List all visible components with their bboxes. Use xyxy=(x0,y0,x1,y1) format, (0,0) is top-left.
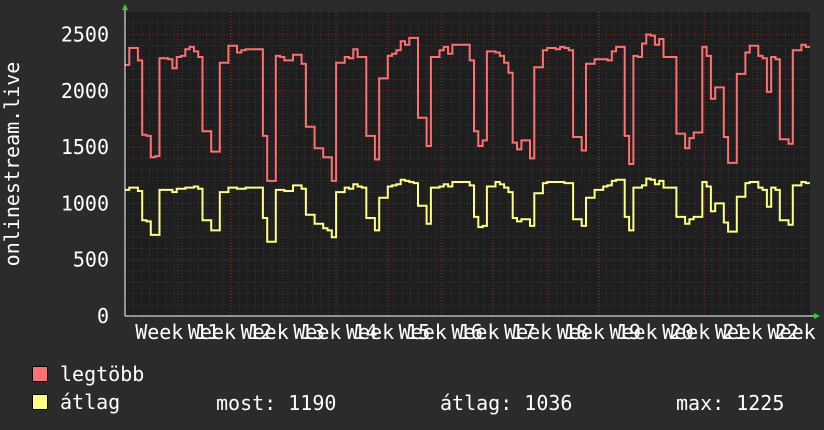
y-axis-label: onlinestream.live xyxy=(0,62,24,267)
y-axis-arrow xyxy=(122,4,128,10)
chart-panel: 0 500 1000 1500 2000 2500 Week 11 Week 12 Week 1… xyxy=(0,0,824,430)
legend-item-atlag: átlag xyxy=(32,390,121,414)
legend-swatch-legtobb xyxy=(32,366,48,382)
legend-swatch-atlag xyxy=(32,394,48,410)
legend-label-atlag: átlag xyxy=(60,390,121,414)
y-tick-label: 2500 xyxy=(61,23,109,47)
stat-average: átlag: 1036 xyxy=(440,391,573,415)
y-tick-label: 1500 xyxy=(61,135,109,159)
y-tick-label: 2000 xyxy=(61,79,109,103)
y-tick-label: 1000 xyxy=(61,191,109,215)
y-tick-label: 0 xyxy=(97,304,109,328)
stat-max: max: 1225 xyxy=(676,391,785,415)
legend-label-legtobb: legtöbb xyxy=(60,362,145,386)
x-tick-label: Week 23 xyxy=(768,320,824,344)
stat-current: most: 1190 xyxy=(216,391,337,415)
y-tick-label: 500 xyxy=(73,248,109,272)
legend-item-legtobb: legtöbb xyxy=(32,362,145,386)
x-axis-arrow xyxy=(814,313,820,319)
